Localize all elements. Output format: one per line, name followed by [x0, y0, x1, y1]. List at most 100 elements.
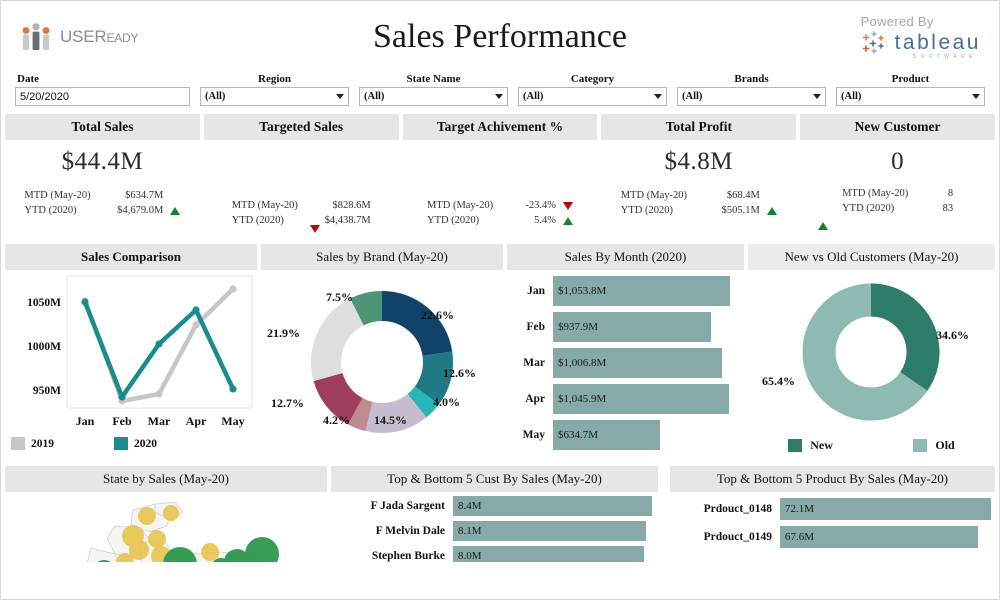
filter-bar: Date 5/20/2020 Region (All) State Name (… — [1, 73, 999, 112]
cust-bar-1[interactable]: F Jada Sargent 8.4M — [331, 496, 658, 516]
charts-row: Sales Comparison 1050M 1000M 950M Jan Fe… — [1, 238, 999, 460]
month-bar-value-apr: $1,045.9M — [553, 384, 729, 414]
dashboard-header: USEREADY Sales Performance Powered By ta… — [1, 1, 999, 73]
kpi-row: Total Sales $44.4M MTD (May-20) $634.7M … — [1, 112, 999, 238]
chevron-down-icon — [813, 94, 821, 99]
filter-category: Category (All) — [518, 73, 667, 106]
new-vs-old-legend: New Old — [748, 438, 995, 453]
filter-category-label: Category — [570, 73, 615, 85]
svg-text:1000M: 1000M — [27, 341, 61, 353]
kpi-total-sales-title: Total Sales — [5, 114, 200, 140]
state-name-dropdown[interactable]: (All) — [359, 87, 508, 106]
month-bar-value-mar: $1,006.8M — [553, 348, 723, 378]
brand-pct-1: 22.6% — [421, 308, 454, 322]
legend-item-2019[interactable]: 2019 — [11, 437, 54, 450]
kpi-card-target-achievement[interactable]: Target Achivement % MTD (May-20) -23.4% … — [402, 114, 598, 238]
date-input[interactable]: 5/20/2020 — [15, 87, 190, 106]
newold-pct-old: 65.4% — [762, 374, 795, 388]
kpi-total-sales-ytd: YTD (2020) $4,679.0M — [24, 203, 181, 218]
month-bar-value-jan: $1,053.8M — [553, 276, 731, 306]
product-bar-value-1: 72.1M — [780, 498, 991, 520]
new-vs-old-title: New vs Old Customers (May-20) — [748, 244, 995, 270]
legend-item-new[interactable]: New — [788, 438, 833, 453]
newold-donut-svg — [802, 283, 940, 421]
svg-text:1050M: 1050M — [27, 297, 61, 309]
panel-state-by-sales[interactable]: State by Sales (May-20) — [5, 466, 327, 562]
filter-date-label: Date — [17, 73, 39, 85]
state-name-dropdown-value: (All) — [364, 91, 385, 102]
filter-product-label: Product — [891, 73, 930, 85]
month-bar-jan[interactable]: Jan $1,053.8M — [507, 276, 738, 306]
legend-label-2019: 2019 — [31, 437, 54, 450]
product-bar-2[interactable]: Prdouct_0149 67.6M — [662, 526, 995, 548]
trend-down-icon — [562, 201, 573, 210]
sales-comparison-legend: 2019 2020 — [5, 435, 257, 450]
chevron-down-icon — [336, 94, 344, 99]
month-bar-mar[interactable]: Mar $1,006.8M — [507, 348, 738, 378]
month-bar-feb[interactable]: Feb $937.9M — [507, 312, 738, 342]
tableau-marks-icon — [862, 31, 884, 54]
legend-label-new: New — [810, 438, 833, 452]
month-bar-value-feb: $937.9M — [553, 312, 711, 342]
kpi-card-targeted-sales[interactable]: Targeted Sales MTD (May-20) $828.6M YTD … — [203, 114, 399, 238]
filter-region: Region (All) — [200, 73, 349, 106]
top-bottom-cust-title: Top & Bottom 5 Cust By Sales (May-20) — [331, 466, 658, 492]
trend-none-icon — [170, 192, 180, 200]
chevron-down-icon — [972, 94, 980, 99]
month-bar-may[interactable]: May $634.7M — [507, 420, 738, 450]
top-bottom-cust-chart: F Jada Sargent 8.4M F Melvin Dale 8.1M S… — [331, 492, 658, 562]
sales-by-month-chart: Jan $1,053.8M Feb $937.9M Mar $1,006.8M … — [507, 270, 744, 460]
brands-dropdown[interactable]: (All) — [677, 87, 826, 106]
panel-top-bottom-product[interactable]: Top & Bottom 5 Product By Sales (May-20)… — [662, 466, 995, 562]
brand-donut-svg — [311, 291, 453, 433]
useready-wordmark: USEREADY — [60, 27, 139, 46]
powered-by-label: Powered By — [860, 14, 934, 29]
month-bar-apr[interactable]: Apr $1,045.9M — [507, 384, 738, 414]
state-by-sales-title: State by Sales (May-20) — [5, 466, 327, 492]
region-dropdown-value: (All) — [205, 91, 226, 102]
panel-sales-by-month[interactable]: Sales By Month (2020) Jan $1,053.8M Feb … — [507, 244, 744, 460]
region-dropdown[interactable]: (All) — [200, 87, 349, 106]
filter-state-name: State Name (All) — [359, 73, 508, 106]
cust-bar-3[interactable]: Stephen Burke 8.0M — [331, 546, 658, 562]
legend-item-2020[interactable]: 2020 — [114, 437, 157, 450]
kpi-targeted-sales-title: Targeted Sales — [203, 114, 399, 140]
tableau-wordmark: tableau — [894, 31, 981, 54]
legend-item-old[interactable]: Old — [913, 438, 955, 453]
kpi-total-profit-mtd: MTD (May-20) $68.4M — [621, 188, 777, 203]
filter-state-name-label: State Name — [406, 73, 461, 85]
trend-up-icon — [818, 222, 829, 230]
filter-brands-label: Brands — [734, 73, 769, 85]
product-dropdown[interactable]: (All) — [836, 87, 985, 106]
date-input-value: 5/20/2020 — [20, 90, 69, 103]
svg-text:Mar: Mar — [148, 414, 171, 428]
panel-sales-by-brand[interactable]: Sales by Brand (May-20) 22.6% 12.6% 4.0%… — [261, 244, 503, 460]
cust-bar-2[interactable]: F Melvin Dale 8.1M — [331, 521, 658, 541]
kpi-card-new-customer[interactable]: New Customer 0 MTD (May-20) 8 YTD (2020)… — [800, 114, 995, 238]
month-bar-value-may: $634.7M — [553, 420, 660, 450]
tableau-attribution: Powered By tableau SOFTWARE — [861, 14, 981, 60]
legend-swatch-2020 — [114, 437, 128, 450]
kpi-targeted-sales-ytd: YTD (2020) $4,438.7M — [231, 215, 371, 227]
useready-logo: USEREADY — [19, 22, 139, 52]
kpi-new-customer-ytd: YTD (2020) 83 — [842, 203, 954, 215]
kpi-card-total-sales[interactable]: Total Sales $44.4M MTD (May-20) $634.7M … — [5, 114, 200, 238]
trend-up-icon — [562, 216, 573, 225]
kpi-card-total-profit[interactable]: Total Profit $4.8M MTD (May-20) $68.4M Y… — [601, 114, 797, 238]
sales-by-brand-title: Sales by Brand (May-20) — [261, 244, 503, 270]
sales-comparison-title: Sales Comparison — [5, 244, 257, 270]
state-by-sales-map — [5, 492, 327, 562]
svg-text:Jan: Jan — [76, 414, 95, 428]
svg-text:Apr: Apr — [186, 414, 207, 428]
brand-pct-4: 14.5% — [374, 413, 407, 427]
kpi-targeted-sales-mtd: MTD (May-20) $828.6M — [231, 200, 371, 211]
panel-sales-comparison[interactable]: Sales Comparison 1050M 1000M 950M Jan Fe… — [5, 244, 257, 460]
category-dropdown[interactable]: (All) — [518, 87, 667, 106]
panel-new-vs-old[interactable]: New vs Old Customers (May-20) 34.6% 65.4… — [748, 244, 995, 460]
panel-top-bottom-cust[interactable]: Top & Bottom 5 Cust By Sales (May-20) F … — [331, 466, 658, 562]
product-bar-1[interactable]: Prdouct_0148 72.1M — [662, 498, 995, 520]
kpi-target-achievement-ytd: YTD (2020) 5.4% — [427, 213, 573, 228]
filter-date: Date 5/20/2020 — [15, 73, 190, 106]
line-chart-svg: 1050M 1000M 950M Jan Feb Mar Apr May — [27, 275, 253, 428]
filter-brands: Brands (All) — [677, 73, 826, 106]
